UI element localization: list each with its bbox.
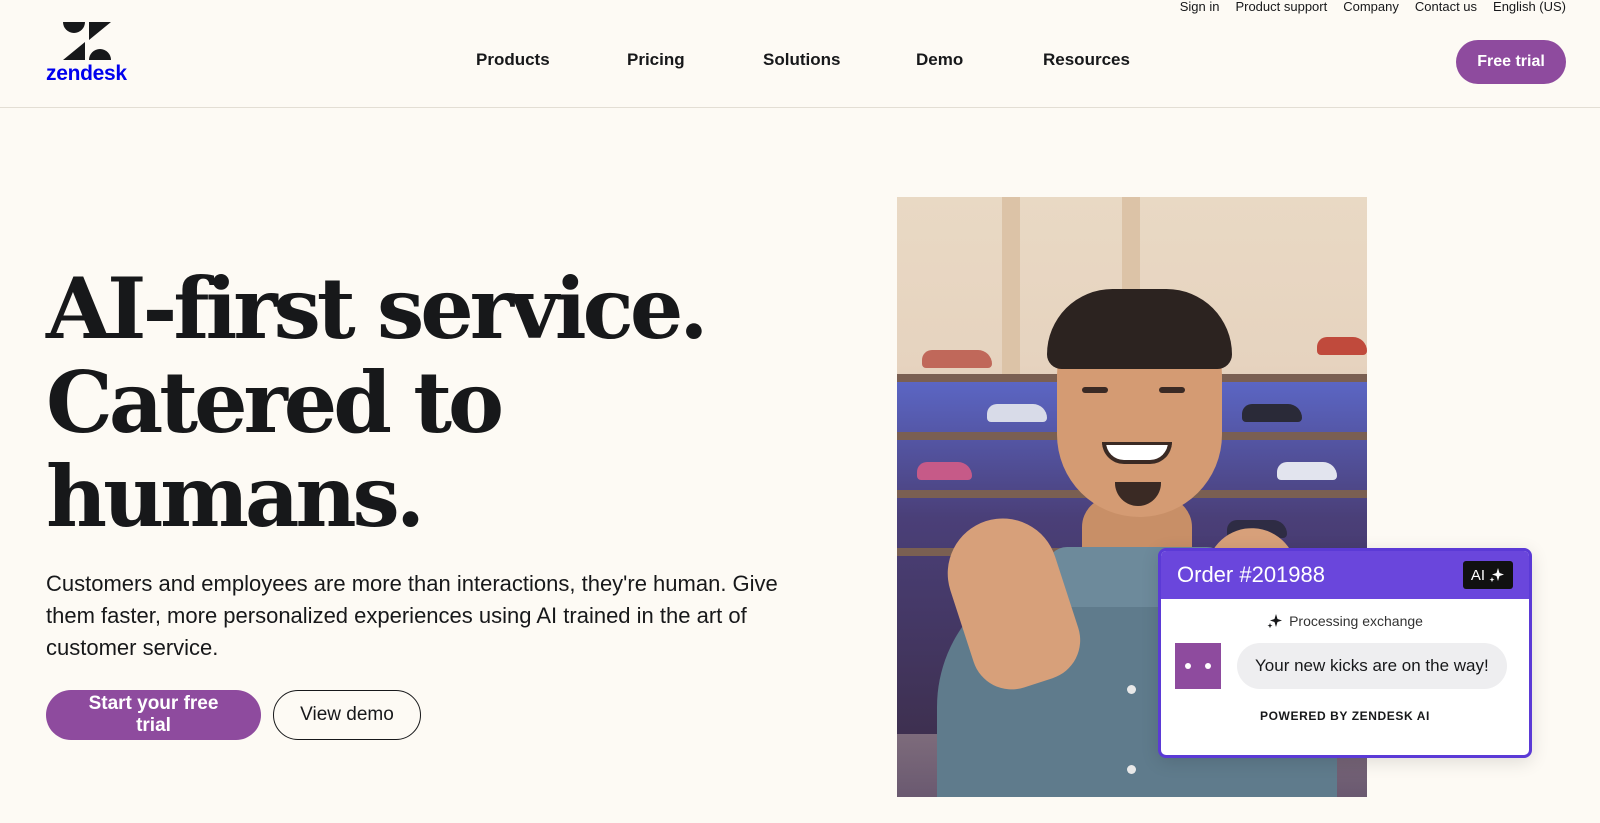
processing-status-text: Processing exchange	[1289, 613, 1423, 629]
sparkle-icon	[1267, 614, 1283, 629]
bot-avatar-eye	[1205, 663, 1211, 669]
processing-status: Processing exchange	[1161, 613, 1529, 629]
chat-bubble: Your new kicks are on the way!	[1237, 643, 1507, 689]
nav-solutions[interactable]: Solutions	[763, 50, 840, 70]
photo-shoe	[1277, 462, 1337, 480]
nav-resources[interactable]: Resources	[1043, 50, 1130, 70]
site-header: Sign in Product support Company Contact …	[0, 0, 1600, 108]
view-demo-button[interactable]: View demo	[273, 690, 421, 740]
order-status-card: Order #201988 AI Processing exchange You…	[1158, 548, 1532, 758]
bot-avatar-eye	[1185, 663, 1191, 669]
photo-wall-detail	[1002, 197, 1020, 387]
ai-badge-label: AI	[1470, 566, 1485, 584]
photo-shoe	[987, 404, 1047, 422]
hero-title-line: AI-first service.	[46, 259, 709, 358]
hero-title: AI-first service. Catered to humans.	[46, 262, 726, 544]
bot-avatar	[1175, 643, 1221, 689]
order-number: Order #201988	[1177, 562, 1325, 587]
photo-person-eye	[1159, 387, 1185, 393]
main-nav: Products Pricing Solutions Demo Resource…	[0, 50, 1600, 74]
product-support-link[interactable]: Product support	[1235, 0, 1327, 16]
nav-pricing[interactable]: Pricing	[627, 50, 685, 70]
photo-shirt-button	[1127, 765, 1136, 774]
photo-shoe	[917, 462, 972, 480]
nav-demo[interactable]: Demo	[916, 50, 963, 70]
contact-us-link[interactable]: Contact us	[1415, 0, 1477, 16]
photo-person-eye	[1082, 387, 1108, 393]
photo-shoe	[1317, 337, 1367, 355]
hero-subtitle: Customers and employees are more than in…	[46, 571, 778, 660]
hero-title-line: Catered to	[46, 353, 504, 452]
photo-shoe	[1242, 404, 1302, 422]
photo-person-smile	[1102, 442, 1172, 464]
photo-shoe	[922, 350, 992, 368]
free-trial-button[interactable]: Free trial	[1456, 40, 1566, 84]
company-link[interactable]: Company	[1343, 0, 1399, 16]
hero-title-line: humans.	[46, 447, 425, 546]
sparkle-icon	[1489, 568, 1504, 583]
start-free-trial-button[interactable]: Start your free trial	[46, 690, 261, 740]
photo-shirt-button	[1127, 685, 1136, 694]
utility-nav: Sign in Product support Company Contact …	[1180, 0, 1566, 16]
language-selector[interactable]: English (US)	[1493, 0, 1566, 16]
ai-badge: AI	[1462, 561, 1513, 589]
sign-in-link[interactable]: Sign in	[1180, 0, 1220, 16]
chat-message-row: Your new kicks are on the way!	[1175, 643, 1529, 689]
nav-products[interactable]: Products	[476, 50, 550, 70]
hero-cta-row: Start your free trial View demo	[46, 690, 421, 740]
photo-person-hair	[1047, 289, 1232, 369]
powered-by-label: POWERED BY ZENDESK AI	[1260, 709, 1430, 723]
order-card-header: Order #201988 AI	[1161, 551, 1529, 599]
